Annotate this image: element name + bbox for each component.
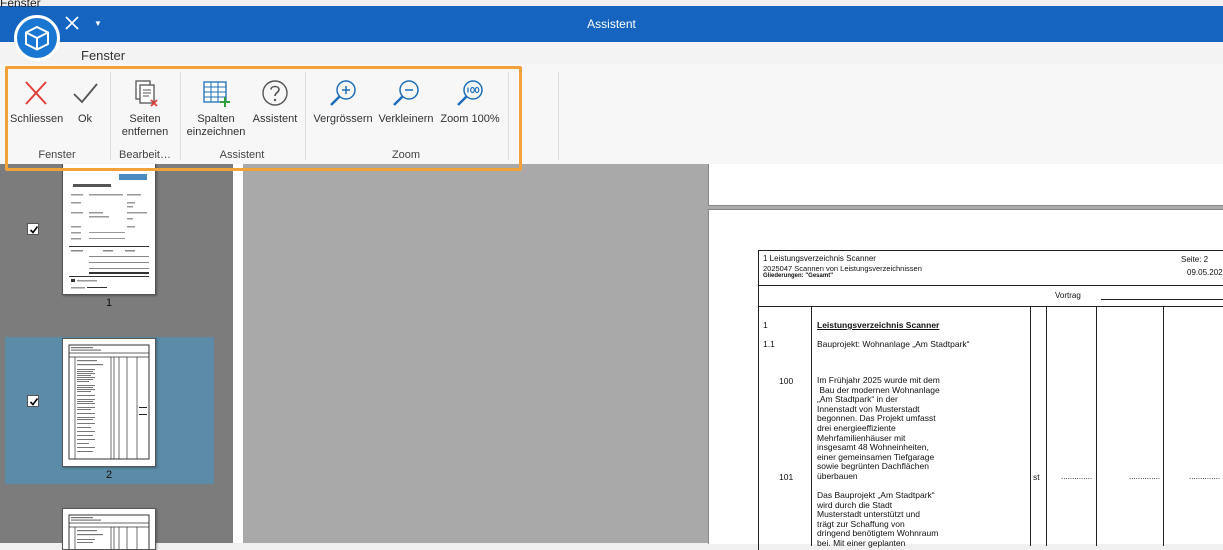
checkmark-icon: [73, 83, 98, 104]
zoom-100-label: Zoom 100%: [440, 113, 500, 125]
schliessen-button[interactable]: Schliessen: [10, 78, 64, 126]
group-separator: [558, 72, 559, 160]
doc-header-line2: 2025047 Scannen von Leistungsverzeichnis…: [763, 264, 922, 273]
table-border: [758, 306, 1223, 307]
ok-button[interactable]: Ok: [68, 78, 102, 126]
zoom-100-button[interactable]: Zoom 100%: [439, 78, 501, 126]
column-line: [1096, 306, 1097, 546]
window-title: Assistent: [587, 17, 636, 31]
seiten-entfernen-button[interactable]: Seiten entfernen: [117, 78, 173, 139]
app-logo-icon[interactable]: [14, 15, 60, 61]
table-border: [758, 285, 1223, 286]
thumbnail-scrollbar[interactable]: [233, 164, 243, 543]
thumbnail-checkbox[interactable]: [27, 395, 39, 407]
column-line: [1046, 306, 1047, 546]
group-label-zoom: Zoom: [391, 149, 421, 161]
zoom-in-icon: [330, 80, 356, 106]
doc-subsection-title: Bauprojekt: Wohnanlage „Am Stadtpark“: [817, 339, 970, 349]
doc-header-line1: 1 Leistungsverzeichnis Scanner: [763, 254, 876, 263]
doc-position-text: Im Frühjahr 2025 wurde mit dem Bau der m…: [817, 375, 940, 481]
checkmark-icon: [29, 226, 39, 234]
previous-page: [708, 164, 1223, 206]
column-line: [1163, 306, 1164, 546]
spalten-label-2: einzeichnen: [186, 126, 246, 138]
doc-header-line3: Gliederungen: "Gesamt": [763, 273, 834, 279]
document-view-left: [243, 164, 708, 543]
assistent-button[interactable]: Assistent: [251, 78, 299, 126]
tab-fenster[interactable]: Fenster: [81, 48, 125, 63]
checkmark-icon: [29, 398, 39, 406]
help-icon: [262, 80, 288, 106]
thumbnail-checkbox[interactable]: [27, 223, 39, 235]
group-label-fenster: Fenster: [38, 149, 76, 161]
doc-subsection-number: 1.1: [763, 339, 775, 349]
background-window-title: Fenster: [0, 0, 41, 10]
doc-unit: st: [1033, 472, 1040, 482]
doc-section-title: Leistungsverzeichnis Scanner: [817, 320, 940, 330]
assistent-label: Assistent: [252, 113, 298, 125]
doc-position-number: 100: [779, 376, 794, 386]
spalten-label-1: Spalten: [197, 113, 235, 125]
thumbnail-number: 1: [105, 297, 113, 309]
verkleinern-label: Verkleinern: [378, 113, 434, 125]
group-separator: [305, 72, 306, 160]
doc-dots: ..............: [1129, 472, 1161, 481]
schliessen-label: Schliessen: [10, 113, 64, 125]
group-separator: [110, 72, 111, 160]
zoom-out-icon: [393, 80, 419, 106]
ok-label: Ok: [77, 113, 93, 125]
doc-position-text: Das Bauprojekt „Am Stadtpark“ wird durch…: [817, 490, 939, 548]
page-thumbnail[interactable]: [62, 508, 156, 550]
group-label-bearbeiten: Bearbeit…: [119, 149, 171, 161]
doc-dots: ..............: [1189, 472, 1221, 481]
table-border: [758, 250, 1223, 251]
seiten-label-2: entfernen: [121, 126, 169, 138]
close-x-icon: [25, 81, 47, 105]
doc-section-number: 1: [763, 320, 768, 330]
close-icon[interactable]: [63, 14, 81, 32]
doc-date: 09.05.2025: [1187, 268, 1223, 277]
column-line: [1030, 306, 1031, 546]
doc-dots: ..............: [1061, 472, 1093, 481]
draw-columns-icon: [203, 81, 230, 107]
document-page[interactable]: 1 Leistungsverzeichnis Scanner 2025047 S…: [708, 209, 1223, 550]
ribbon-tab-bar: Fenster: [0, 42, 1223, 64]
remove-pages-icon: [135, 80, 158, 107]
seiten-label-1: Seiten: [129, 113, 161, 125]
quick-access-dropdown-icon[interactable]: ▼: [94, 19, 102, 28]
column-line: [811, 306, 812, 546]
vergroessern-button[interactable]: Vergrössern: [312, 78, 374, 126]
table-border: [758, 250, 759, 550]
page-thumbnail[interactable]: [62, 164, 156, 295]
group-separator: [180, 72, 181, 160]
doc-vortrag: Vortrag: [1055, 291, 1081, 300]
thumbnail-number: 2: [105, 469, 113, 481]
title-bar: Assistent ▼: [0, 6, 1223, 42]
group-label-assistent: Assistent: [219, 149, 265, 161]
page-thumbnail[interactable]: [62, 338, 156, 467]
vortrag-line: [1101, 299, 1223, 300]
doc-page-number: Seite: 2: [1181, 255, 1209, 264]
group-separator: [508, 72, 509, 160]
vergroessern-label: Vergrössern: [313, 113, 373, 125]
doc-position-number: 101: [779, 472, 794, 482]
verkleinern-button[interactable]: Verkleinern: [378, 78, 434, 126]
zoom-100-icon: [457, 80, 483, 106]
spalten-einzeichnen-button[interactable]: Spalten einzeichnen: [186, 78, 246, 139]
splitter-grip[interactable]: [139, 407, 147, 415]
